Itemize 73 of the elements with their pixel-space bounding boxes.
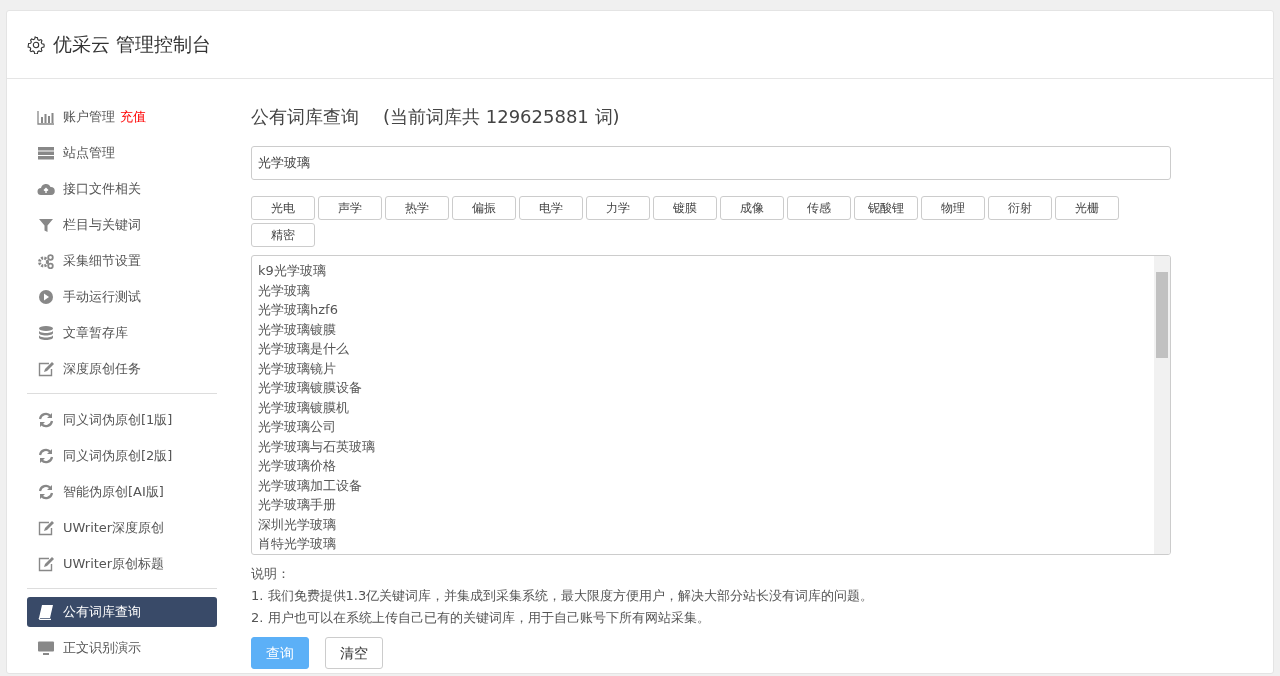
sidebar-item[interactable]: 手动运行测试 [27, 279, 217, 315]
result-item[interactable]: 光学玻璃价格 [252, 456, 1154, 476]
result-item[interactable]: 深圳光学玻璃 [252, 514, 1154, 534]
settings-icon [27, 35, 45, 54]
gears-icon [37, 253, 55, 269]
result-item[interactable]: 光学玻璃镀膜 [252, 319, 1154, 339]
note-text: 1. 我们免费提供1.3亿关键词库，并集成到采集系统，最大限度方便用户，解决大部分站长没有词库的问题。 [251, 587, 875, 605]
sidebar-item[interactable]: UWriter深度原创 [27, 510, 217, 546]
result-item[interactable]: 光学玻璃是什么 [252, 339, 1154, 359]
server-icon [37, 145, 55, 161]
tag-button[interactable]: 镀膜 [653, 196, 717, 220]
sidebar-item[interactable]: 同义词伪原创[2版] [27, 438, 217, 474]
filter-icon [37, 217, 55, 233]
result-item[interactable]: 光学玻璃hzf6 [252, 300, 1154, 320]
sidebar-item[interactable]: 公有词库查询 [27, 597, 217, 627]
notes-heading: 说明： [251, 565, 291, 583]
tag-button[interactable]: 精密 [251, 223, 315, 247]
edit-icon [37, 361, 55, 377]
sidebar-item[interactable]: 正文识别演示 [27, 630, 217, 666]
book-icon [37, 604, 55, 620]
word-count: (当前词库共 129625881 词) [383, 105, 620, 129]
result-item[interactable]: 光学玻璃镀膜设备 [252, 378, 1154, 398]
tag-button[interactable]: 偏振 [452, 196, 516, 220]
refresh-icon [37, 412, 55, 428]
result-item[interactable]: 光学玻璃与石英玻璃 [252, 436, 1154, 456]
result-item[interactable]: 光学玻璃镜片 [252, 358, 1154, 378]
sidebar-item[interactable]: 采集细节设置 [27, 243, 217, 279]
result-item[interactable]: 光学玻璃加工设备 [252, 475, 1154, 495]
chart-icon [37, 109, 55, 125]
sidebar-item[interactable]: 同义词伪原创[1版] [27, 402, 217, 438]
sidebar-item[interactable]: 账户管理 充值 [27, 99, 217, 135]
results-list[interactable]: k9光学玻璃 光学玻璃 光学玻璃hzf6 光学玻璃镀膜 光学玻璃是什么 光学玻璃镜片 光学玻璃镀膜设备 光学玻璃镀膜机 光学玻璃公司 光学玻璃与石英玻璃 光学玻璃价格 光学玻璃加工设备 光学玻璃手册 深圳光学玻璃 肖特光学玻璃 [251, 255, 1171, 555]
clear-button[interactable]: 清空 [325, 637, 383, 669]
sidebar-item[interactable]: 站点管理 [27, 135, 217, 171]
upload-cloud-icon [37, 181, 55, 197]
database-icon [37, 325, 55, 341]
edit-icon [37, 520, 55, 536]
tag-button[interactable]: 光电 [251, 196, 315, 220]
edit-icon [37, 556, 55, 572]
tag-button[interactable]: 热学 [385, 196, 449, 220]
sidebar-item[interactable]: 栏目与关键词 [27, 207, 217, 243]
sidebar-item[interactable]: UWriter原创标题 [27, 546, 217, 582]
tag-button[interactable]: 力学 [586, 196, 650, 220]
play-icon [37, 289, 55, 305]
monitor-icon [37, 640, 55, 656]
scrollbar-thumb[interactable] [1156, 272, 1168, 358]
refresh-icon [37, 448, 55, 464]
result-item[interactable]: 光学玻璃 [252, 280, 1154, 300]
sidebar-item[interactable]: 文章暂存库 [27, 315, 217, 351]
sidebar-item[interactable]: 接口文件相关 [27, 171, 217, 207]
result-item[interactable]: k9光学玻璃 [252, 261, 1154, 281]
result-item[interactable]: 光学玻璃手册 [252, 495, 1154, 515]
tag-button[interactable]: 铌酸锂 [854, 196, 918, 220]
result-item[interactable]: 肖特光学玻璃 [252, 534, 1154, 554]
tag-button[interactable]: 成像 [720, 196, 784, 220]
sidebar-item-label: 账户管理 [63, 108, 115, 127]
page-title: 优采云 管理控制台 [53, 32, 212, 58]
sidebar-item[interactable]: 深度原创任务 [27, 351, 217, 387]
tag-button[interactable]: 物理 [921, 196, 985, 220]
sidebar-item[interactable]: 智能伪原创[AI版] [27, 474, 217, 510]
refresh-icon [37, 484, 55, 500]
search-field[interactable]: 光学玻璃 [251, 146, 1171, 180]
tag-button[interactable]: 声学 [318, 196, 382, 220]
note-text: 2. 用户也可以在系统上传自己已有的关键词库，用于自己账号下所有网站采集。 [251, 609, 711, 627]
scrollbar[interactable] [1154, 256, 1170, 554]
recharge-link[interactable]: 充值 [120, 107, 146, 127]
tag-button[interactable]: 光栅 [1055, 196, 1119, 220]
result-item[interactable]: 光学玻璃镀膜机 [252, 397, 1154, 417]
tag-button[interactable]: 电学 [519, 196, 583, 220]
section-title: 公有词库查询 [251, 105, 359, 129]
result-item[interactable]: 光学玻璃公司 [252, 417, 1154, 437]
tag-button[interactable]: 衍射 [988, 196, 1052, 220]
tag-button[interactable]: 传感 [787, 196, 851, 220]
